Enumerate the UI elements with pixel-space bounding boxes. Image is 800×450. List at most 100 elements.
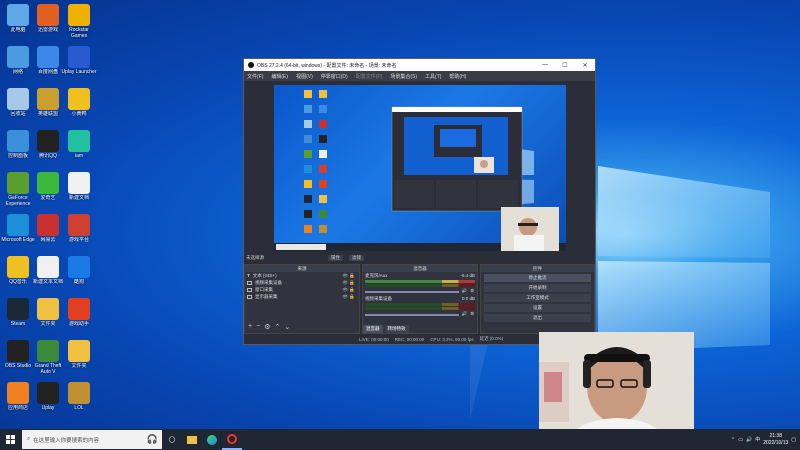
text-file-icon xyxy=(37,256,59,278)
desktop-icon[interactable]: 文件夹 xyxy=(61,338,97,380)
speaker-icon[interactable]: 🔊 xyxy=(462,288,468,294)
desktop-icon[interactable]: 新建文档 xyxy=(61,170,97,212)
desktop-icon[interactable]: 游戏平台 xyxy=(61,212,97,254)
menu-scene-collection[interactable]: 场景集合(S) xyxy=(390,73,417,80)
folder-icon xyxy=(37,298,59,320)
menu-help[interactable]: 帮助(H) xyxy=(449,73,466,80)
controls-dock: 控件 停止推流 开始录制 工作室模式 设置 退出 xyxy=(480,264,595,334)
obs-window[interactable]: OBS 27.2.4 (64-bit, windows) - 配置文件: 未命名… xyxy=(243,58,596,345)
volume-slider[interactable] xyxy=(365,291,459,293)
mixer-channel: 视频采集设备 0.0 dB 🔊 ⚙ xyxy=(363,295,477,318)
start-button[interactable] xyxy=(0,429,20,450)
studio-mode-button[interactable]: 工作室模式 xyxy=(484,294,591,302)
minimize-icon[interactable]: — xyxy=(535,62,555,69)
desktop-icon-label: Uplay Launcher xyxy=(61,69,97,75)
desktop-icon-label: 文件夹 xyxy=(71,363,87,369)
steam-icon xyxy=(7,298,29,320)
desktop-icon-label: 新建文档 xyxy=(68,195,89,201)
taskbar-clock[interactable]: 21:38 2022/10/13 xyxy=(763,433,788,447)
stop-streaming-button[interactable]: 停止推流 xyxy=(484,274,591,282)
search-input[interactable]: 在这里输入你要搜索的内容 xyxy=(33,436,99,444)
menu-docks[interactable]: 停靠窗口(D) xyxy=(321,73,348,80)
qq-music-icon xyxy=(7,256,29,278)
volume-tray-icon[interactable]: 🔊 xyxy=(746,437,752,443)
menu-tools[interactable]: 工具(T) xyxy=(425,73,441,80)
settings-button[interactable]: 设置 xyxy=(484,304,591,312)
obs-taskbar-icon[interactable] xyxy=(222,429,242,450)
channel-name: 麦克风/Aux xyxy=(365,273,388,278)
cortana-icon[interactable]: 🎧 xyxy=(147,434,158,445)
tab-transitions[interactable]: 转场特效 xyxy=(384,325,409,333)
volume-slider[interactable] xyxy=(365,314,459,316)
window-icon xyxy=(247,287,252,292)
computer-icon xyxy=(7,4,29,26)
remove-icon[interactable]: − xyxy=(256,323,260,331)
gta-icon xyxy=(37,340,59,362)
obs-title-text: OBS 27.2.4 (64-bit, windows) - 配置文件: 未命名… xyxy=(257,62,397,69)
desktop-icon[interactable]: LOL xyxy=(61,380,97,422)
visibility-lock-icon[interactable]: 👁 🔒 xyxy=(342,293,355,300)
desktop-icon[interactable]: Rockstar Games xyxy=(61,2,97,44)
windows-icon xyxy=(5,435,15,444)
desktop-icon[interactable]: iam xyxy=(61,128,97,170)
sources-dock: 来源 T 文本 (GDI+) 👁 🔒 视频采集设备 👁 🔒 窗口采集 👁 🔒 显示器采集… xyxy=(244,264,360,334)
chevron-up-icon[interactable]: ⌃ xyxy=(731,437,735,443)
source-item[interactable]: 窗口采集 👁 🔒 xyxy=(245,286,359,293)
visibility-lock-icon[interactable]: 👁 🔒 xyxy=(342,286,355,293)
gear-icon[interactable]: ⚙ xyxy=(470,311,474,317)
sources-header: 来源 xyxy=(245,265,359,272)
visibility-lock-icon[interactable]: 👁 🔒 xyxy=(342,272,355,279)
channel-db: 0.0 dB xyxy=(461,296,475,301)
menu-profile[interactable]: 配置文件(P) xyxy=(356,73,383,80)
file-explorer-icon[interactable] xyxy=(182,429,202,450)
close-icon[interactable]: ✕ xyxy=(575,62,595,69)
controls-header: 控件 xyxy=(481,265,594,272)
source-item[interactable]: T 文本 (GDI+) 👁 🔒 xyxy=(245,272,359,279)
network-tray-icon[interactable]: ▭ xyxy=(738,437,743,443)
preview-desktop-capture xyxy=(274,90,566,251)
rec-timer: REC: 00:00:00 xyxy=(394,336,425,342)
obs-titlebar[interactable]: OBS 27.2.4 (64-bit, windows) - 配置文件: 未命名… xyxy=(244,59,595,71)
visibility-lock-icon[interactable]: 👁 🔒 xyxy=(342,279,355,286)
mixer-header: 混音器 xyxy=(363,265,477,272)
start-recording-button[interactable]: 开始录制 xyxy=(484,284,591,292)
edge-taskbar-icon[interactable] xyxy=(202,429,222,450)
menu-edit[interactable]: 编辑(E) xyxy=(271,73,288,80)
gear-icon[interactable]: ⚙ xyxy=(470,288,474,294)
filters-button[interactable]: 滤镜 xyxy=(349,254,364,261)
taskbar-search[interactable]: ⌕ 在这里输入你要搜索的内容 🎧 xyxy=(22,430,162,449)
menu-view[interactable]: 视图(V) xyxy=(296,73,313,80)
desktop-icon[interactable]: 酷狗 xyxy=(61,254,97,296)
desktop-column-3: Rockstar Games Uplay Launcher 小黄鸭 iam 新建文档游戏… xyxy=(61,2,97,422)
uplay-launcher-icon xyxy=(68,46,90,68)
platform-icon xyxy=(68,214,90,236)
desktop-icon[interactable]: Uplay Launcher xyxy=(61,44,97,86)
gear-icon[interactable]: ⚙ xyxy=(264,323,270,331)
task-view-icon[interactable]: ◯ xyxy=(162,429,182,450)
menu-file[interactable]: 文件(F) xyxy=(247,73,263,80)
exit-button[interactable]: 退出 xyxy=(484,314,591,322)
recycle-bin-icon xyxy=(7,88,29,110)
volume-meter xyxy=(365,303,475,306)
desktop-icon[interactable]: 小黄鸭 xyxy=(61,86,97,128)
desktop-icon-label: 小黄鸭 xyxy=(71,111,87,117)
move-up-icon[interactable]: ⌃ xyxy=(274,323,280,331)
network-icon xyxy=(7,46,29,68)
add-icon[interactable]: + xyxy=(248,323,252,331)
speaker-icon[interactable]: 🔊 xyxy=(462,311,468,317)
properties-button[interactable]: 属性 xyxy=(328,254,343,261)
ime-icon[interactable]: 中 xyxy=(755,436,760,443)
dropped-frames: 延迟 (0.0%) xyxy=(479,336,504,341)
notification-icon[interactable]: ▢ xyxy=(791,437,796,443)
source-item[interactable]: 显示器采集 👁 🔒 xyxy=(245,293,359,300)
tab-mixer[interactable]: 混音器 xyxy=(363,325,383,333)
rockstar-icon xyxy=(68,4,90,26)
folder2-icon xyxy=(68,340,90,362)
iam-icon xyxy=(68,130,90,152)
desktop-icon[interactable]: 游戏助手 xyxy=(61,296,97,338)
source-item[interactable]: 视频采集设备 👁 🔒 xyxy=(245,279,359,286)
clock-time: 21:38 xyxy=(769,432,782,439)
maximize-icon[interactable]: ☐ xyxy=(555,62,575,69)
move-down-icon[interactable]: ⌄ xyxy=(284,323,290,331)
obs-preview-canvas[interactable] xyxy=(274,85,566,251)
